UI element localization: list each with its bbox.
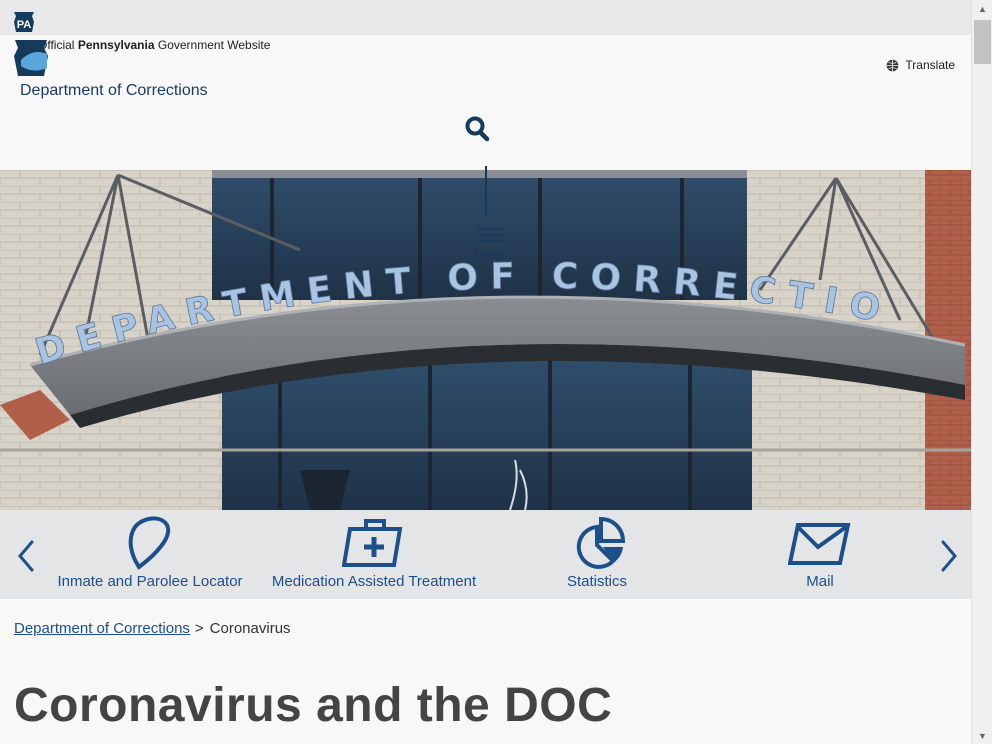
carousel-next-arrow-icon[interactable]	[937, 536, 961, 576]
scrollbar-thumb[interactable]	[974, 20, 991, 64]
scroll-down-arrow-icon[interactable]: ▼	[972, 727, 992, 744]
vertical-scrollbar[interactable]: ▲ ▼	[971, 0, 992, 744]
breadcrumb-link-parent[interactable]: Department of Corrections	[14, 620, 190, 637]
pa-keystone-badge-icon[interactable]: PA	[12, 12, 36, 36]
translate-label: Translate	[905, 58, 955, 72]
quick-link-statistics[interactable]: Statistics	[520, 510, 674, 599]
pie-chart-icon	[576, 516, 626, 569]
menu-label: Menu	[473, 246, 509, 262]
location-pin-icon	[128, 516, 171, 570]
quick-link-inmate-locator[interactable]: Inmate and Parolee Locator	[40, 510, 260, 599]
hamburger-icon	[478, 228, 504, 242]
hero-building-illustration: DEPARTMENT OF CORRECTIO	[0, 170, 971, 510]
menu-connector-line	[485, 166, 487, 216]
hero-image: DEPARTMENT OF CORRECTIO	[0, 170, 971, 510]
envelope-icon	[788, 523, 851, 565]
menu-button[interactable]: Menu	[468, 228, 514, 270]
quick-link-label: Medication Assisted Treatment	[271, 573, 477, 590]
keystone-logo-icon[interactable]	[11, 40, 51, 78]
breadcrumb-separator: >	[194, 620, 204, 637]
translate-button[interactable]: Translate	[886, 58, 955, 72]
official-website-banner: Official Pennsylvania Government Website	[38, 38, 270, 52]
official-state: Pennsylvania	[77, 38, 155, 52]
agency-home-link[interactable]: Department of Corrections	[20, 82, 208, 100]
top-bar	[0, 0, 971, 35]
globe-icon	[887, 59, 899, 71]
quick-link-label: Inmate and Parolee Locator	[57, 573, 243, 590]
scroll-up-arrow-icon[interactable]: ▲	[972, 0, 992, 17]
medical-kit-icon	[342, 519, 403, 567]
search-icon[interactable]	[463, 114, 491, 144]
quick-link-medication-assisted-treatment[interactable]: Medication Assisted Treatment	[264, 510, 484, 599]
page: PA Official Pennsylvania Government Webs…	[0, 0, 971, 744]
quick-link-label: Statistics	[566, 573, 627, 590]
quick-link-mail[interactable]: Mail	[760, 510, 880, 599]
quick-link-label: Mail	[806, 573, 834, 590]
official-suffix: Government Website	[157, 38, 271, 52]
carousel-prev-arrow-icon[interactable]	[14, 536, 38, 576]
pa-badge-text: PA	[17, 19, 32, 31]
breadcrumb-current: Coronavirus	[209, 620, 291, 637]
quick-links-carousel: Inmate and Parolee Locator Medication As…	[0, 510, 971, 599]
breadcrumb: Department of Corrections > Coronavirus	[14, 620, 291, 637]
page-title: Coronavirus and the DOC	[14, 679, 613, 732]
